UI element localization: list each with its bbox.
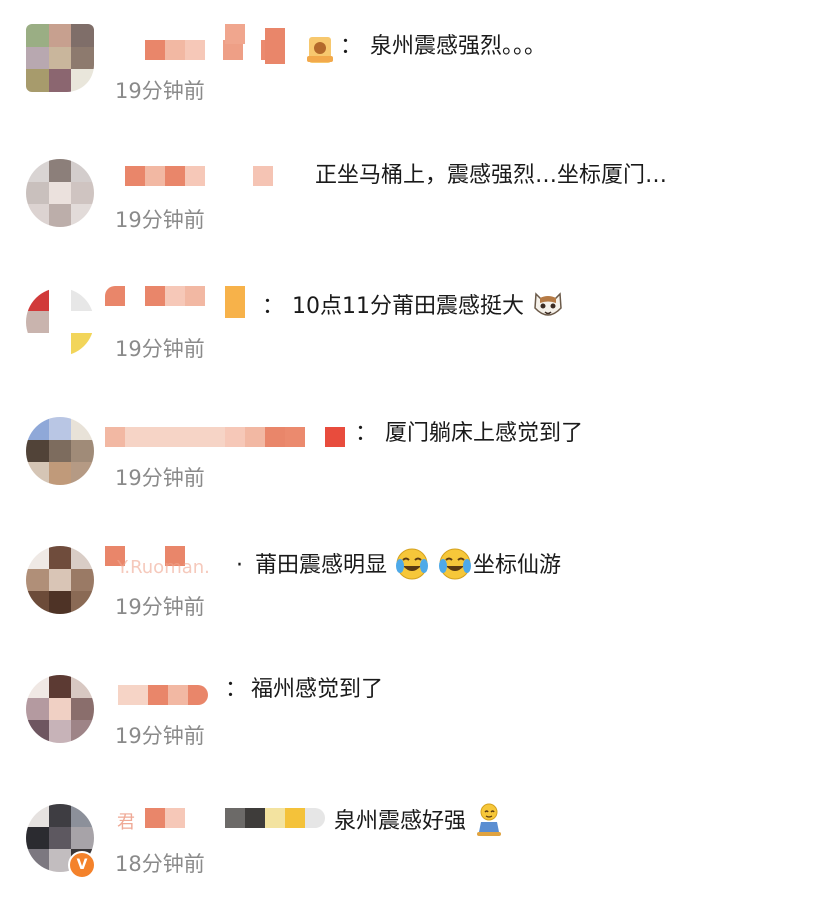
username-mosaic[interactable] [125, 166, 273, 186]
username-mosaic-upper [225, 24, 245, 64]
badge-icon [307, 37, 333, 63]
comment-item: V 君 泉州震感好强 18分钟前 [0, 774, 826, 903]
comment-text: ：福州感觉到了 [225, 677, 384, 702]
comment-text: · 莆田震感明显 坐标仙游 [236, 548, 561, 584]
timestamp: 19分钟前 [115, 79, 205, 103]
verified-v-icon: V [68, 851, 96, 879]
comment-text: 泉州震感好强 [334, 803, 505, 840]
timestamp: 19分钟前 [115, 208, 205, 232]
username-mosaic[interactable] [105, 286, 245, 318]
username-mosaic-upper-2 [265, 28, 285, 64]
laughing-tears-icon [396, 548, 429, 580]
avatar[interactable] [26, 288, 94, 356]
sitting-figure-icon [477, 803, 502, 836]
username-mosaic[interactable] [105, 427, 345, 447]
avatar[interactable] [26, 546, 94, 614]
timestamp: 19分钟前 [115, 595, 205, 619]
comment-item: ：厦门躺床上感觉到了 19分钟前 [0, 387, 826, 516]
timestamp: 19分钟前 [115, 337, 205, 361]
username-faded[interactable]: Y.Ruoman. [117, 557, 210, 578]
comment-text: ：泉州震感强烈。。。 [340, 34, 547, 59]
cat-face-icon [534, 292, 562, 316]
username-mosaic[interactable] [145, 808, 325, 828]
comment-text: ：厦门躺床上感觉到了 [355, 421, 584, 446]
comment-item: 正坐马桶上，震感强烈…坐标厦门… 19分钟前 [0, 129, 826, 258]
comment-item: ：福州感觉到了 19分钟前 [0, 645, 826, 774]
comment-text: 正坐马桶上，震感强烈…坐标厦门… [315, 163, 668, 188]
avatar[interactable] [26, 417, 94, 485]
timestamp: 19分钟前 [115, 724, 205, 748]
comment-text: ： 10点11分莆田震感挺大 [262, 290, 565, 324]
comment-item: ： 10点11分莆田震感挺大 19分钟前 [0, 258, 826, 387]
avatar[interactable] [26, 159, 94, 227]
comment-item: Y.Ruoman. · 莆田震感明显 坐标仙游 19分钟前 [0, 516, 826, 645]
laughing-tears-icon [439, 548, 472, 580]
timestamp: 18分钟前 [115, 852, 205, 876]
avatar[interactable] [26, 675, 94, 743]
comment-item: ：泉州震感强烈。。。 19分钟前 [0, 0, 826, 129]
avatar[interactable] [26, 24, 94, 92]
timestamp: 19分钟前 [115, 466, 205, 490]
username-glyph: 君 [117, 812, 135, 833]
username-mosaic[interactable] [118, 685, 208, 705]
